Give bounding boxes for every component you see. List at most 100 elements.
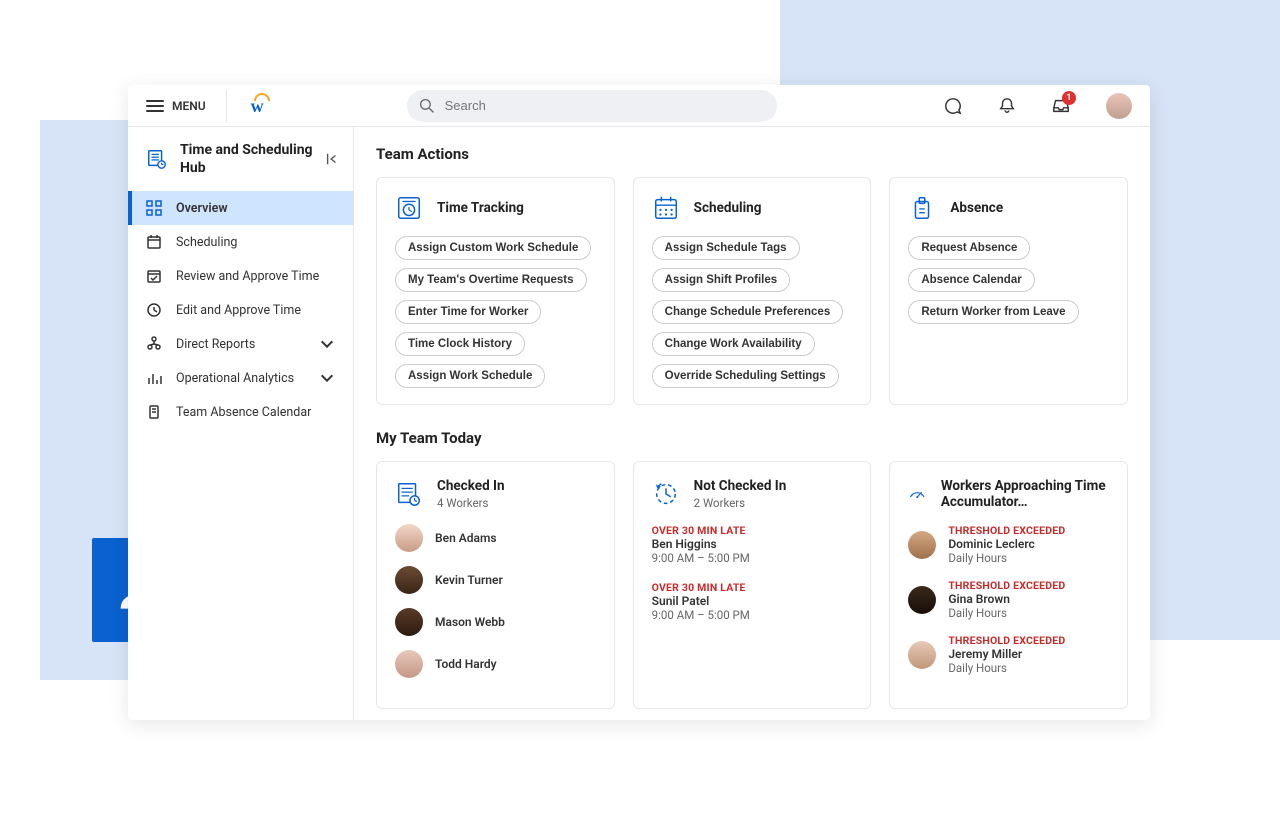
card-title: Absence [950, 200, 1003, 216]
worker-name: Ben Higgins [652, 537, 853, 551]
worker-avatar [395, 566, 423, 594]
card-title: Time Tracking [437, 200, 524, 216]
inbox-badge: 1 [1062, 91, 1076, 105]
action-pill[interactable]: Change Work Availability [652, 332, 815, 356]
action-pill[interactable]: Assign Custom Work Schedule [395, 236, 591, 260]
threshold-row[interactable]: THRESHOLD EXCEEDEDDominic LeclercDaily H… [908, 524, 1109, 565]
nav-label: Operational Analytics [176, 371, 294, 386]
threshold-tag: THRESHOLD EXCEEDED [948, 579, 1065, 592]
worker-name: Kevin Turner [435, 573, 503, 587]
worker-name: Todd Hardy [435, 657, 497, 671]
menu-label: MENU [172, 99, 206, 113]
nav-label: Scheduling [176, 235, 237, 250]
not-checked-item[interactable]: OVER 30 MIN LATEBen Higgins9:00 AM – 5:0… [652, 524, 853, 565]
nav-label: Edit and Approve Time [176, 303, 301, 318]
chat-icon[interactable] [944, 97, 962, 115]
hub-icon [146, 148, 168, 170]
worker-avatar [908, 586, 936, 614]
worker-name: Jeremy Miller [948, 647, 1065, 661]
nav-review-approve[interactable]: Review and Approve Time [128, 259, 353, 293]
card-scheduling: Scheduling Assign Schedule Tags Assign Sh… [633, 177, 872, 405]
gauge-icon [908, 480, 926, 508]
absence-icon [908, 194, 936, 222]
app-window: MENU w 1 Time and Scheduling [128, 85, 1150, 720]
nav-team-absence[interactable]: Team Absence Calendar [128, 395, 353, 429]
threshold-tag: THRESHOLD EXCEEDED [948, 634, 1065, 647]
time-tracking-icon [395, 194, 423, 222]
card-title: Workers Approaching Time Accumulator… [941, 478, 1109, 510]
worker-avatar [395, 650, 423, 678]
card-title: Not Checked In [694, 478, 787, 494]
worker-avatar [395, 608, 423, 636]
threshold-row[interactable]: THRESHOLD EXCEEDEDGina BrownDaily Hours [908, 579, 1109, 620]
late-tag: OVER 30 MIN LATE [652, 581, 853, 594]
card-absence: Absence Request Absence Absence Calendar R… [889, 177, 1128, 405]
worker-sub: Daily Hours [948, 606, 1065, 620]
card-not-checked-in: Not Checked In 2 Workers OVER 30 MIN LAT… [633, 461, 872, 709]
nav-scheduling[interactable]: Scheduling [128, 225, 353, 259]
search-input[interactable] [407, 90, 777, 122]
threshold-tag: THRESHOLD EXCEEDED [948, 524, 1065, 537]
threshold-row[interactable]: THRESHOLD EXCEEDEDJeremy MillerDaily Hou… [908, 634, 1109, 675]
worker-name: Mason Webb [435, 615, 505, 629]
action-pill[interactable]: Assign Work Schedule [395, 364, 545, 388]
sidebar-title: Time and Scheduling Hub [180, 141, 313, 177]
card-title: Checked In [437, 478, 505, 494]
not-checked-in-icon [652, 480, 680, 508]
worker-time: 9:00 AM – 5:00 PM [652, 551, 853, 565]
topbar: MENU w 1 [128, 85, 1150, 127]
action-pill[interactable]: Override Scheduling Settings [652, 364, 839, 388]
nav-label: Review and Approve Time [176, 269, 319, 284]
nav-edit-approve[interactable]: Edit and Approve Time [128, 293, 353, 327]
chevron-down-icon [319, 370, 335, 386]
worker-row[interactable]: Todd Hardy [395, 650, 596, 678]
worker-name: Dominic Leclerc [948, 537, 1065, 551]
nav-overview[interactable]: Overview [128, 191, 353, 225]
card-time-tracking: Time Tracking Assign Custom Work Schedul… [376, 177, 615, 405]
worker-avatar [908, 531, 936, 559]
worker-sub: Daily Hours [948, 661, 1065, 675]
worker-row[interactable]: Kevin Turner [395, 566, 596, 594]
worker-sub: Daily Hours [948, 551, 1065, 565]
sidebar: Time and Scheduling Hub Overview Schedul… [128, 127, 354, 720]
worker-row[interactable]: Mason Webb [395, 608, 596, 636]
late-tag: OVER 30 MIN LATE [652, 524, 853, 537]
sidebar-header: Time and Scheduling Hub [128, 127, 353, 191]
workday-logo[interactable]: w [251, 95, 273, 117]
card-subtitle: 4 Workers [437, 496, 505, 510]
content: Team Actions Time Tracking Assign Custom… [354, 127, 1150, 720]
notifications-icon[interactable] [998, 97, 1016, 115]
card-subtitle: 2 Workers [694, 496, 787, 510]
chevron-down-icon [319, 336, 335, 352]
search-icon [419, 98, 435, 114]
nav-label: Overview [176, 201, 228, 216]
nav-label: Direct Reports [176, 337, 255, 352]
action-pill[interactable]: Change Schedule Preferences [652, 300, 844, 324]
nav-label: Team Absence Calendar [176, 405, 311, 420]
nav-direct-reports[interactable]: Direct Reports [128, 327, 353, 361]
action-pill[interactable]: Return Worker from Leave [908, 300, 1078, 324]
collapse-sidebar-icon[interactable] [325, 152, 339, 166]
not-checked-item[interactable]: OVER 30 MIN LATESunil Patel9:00 AM – 5:0… [652, 581, 853, 622]
user-avatar[interactable] [1106, 93, 1132, 119]
action-pill[interactable]: Absence Calendar [908, 268, 1034, 292]
card-checked-in: Checked In 4 Workers Ben Adams Kevin Turn… [376, 461, 615, 709]
card-threshold: Workers Approaching Time Accumulator… TH… [889, 461, 1128, 709]
action-pill[interactable]: Assign Schedule Tags [652, 236, 800, 260]
action-pill[interactable]: Enter Time for Worker [395, 300, 541, 324]
nav-analytics[interactable]: Operational Analytics [128, 361, 353, 395]
worker-avatar [908, 641, 936, 669]
checked-in-icon [395, 480, 423, 508]
worker-name: Ben Adams [435, 531, 497, 545]
worker-time: 9:00 AM – 5:00 PM [652, 608, 853, 622]
action-pill[interactable]: Request Absence [908, 236, 1030, 260]
worker-row[interactable]: Ben Adams [395, 524, 596, 552]
worker-avatar [395, 524, 423, 552]
action-pill[interactable]: Time Clock History [395, 332, 525, 356]
action-pill[interactable]: My Team's Overtime Requests [395, 268, 587, 292]
worker-name: Gina Brown [948, 592, 1065, 606]
inbox-icon[interactable]: 1 [1052, 97, 1070, 115]
action-pill[interactable]: Assign Shift Profiles [652, 268, 790, 292]
menu-button[interactable]: MENU [146, 99, 206, 113]
card-title: Scheduling [694, 200, 762, 216]
